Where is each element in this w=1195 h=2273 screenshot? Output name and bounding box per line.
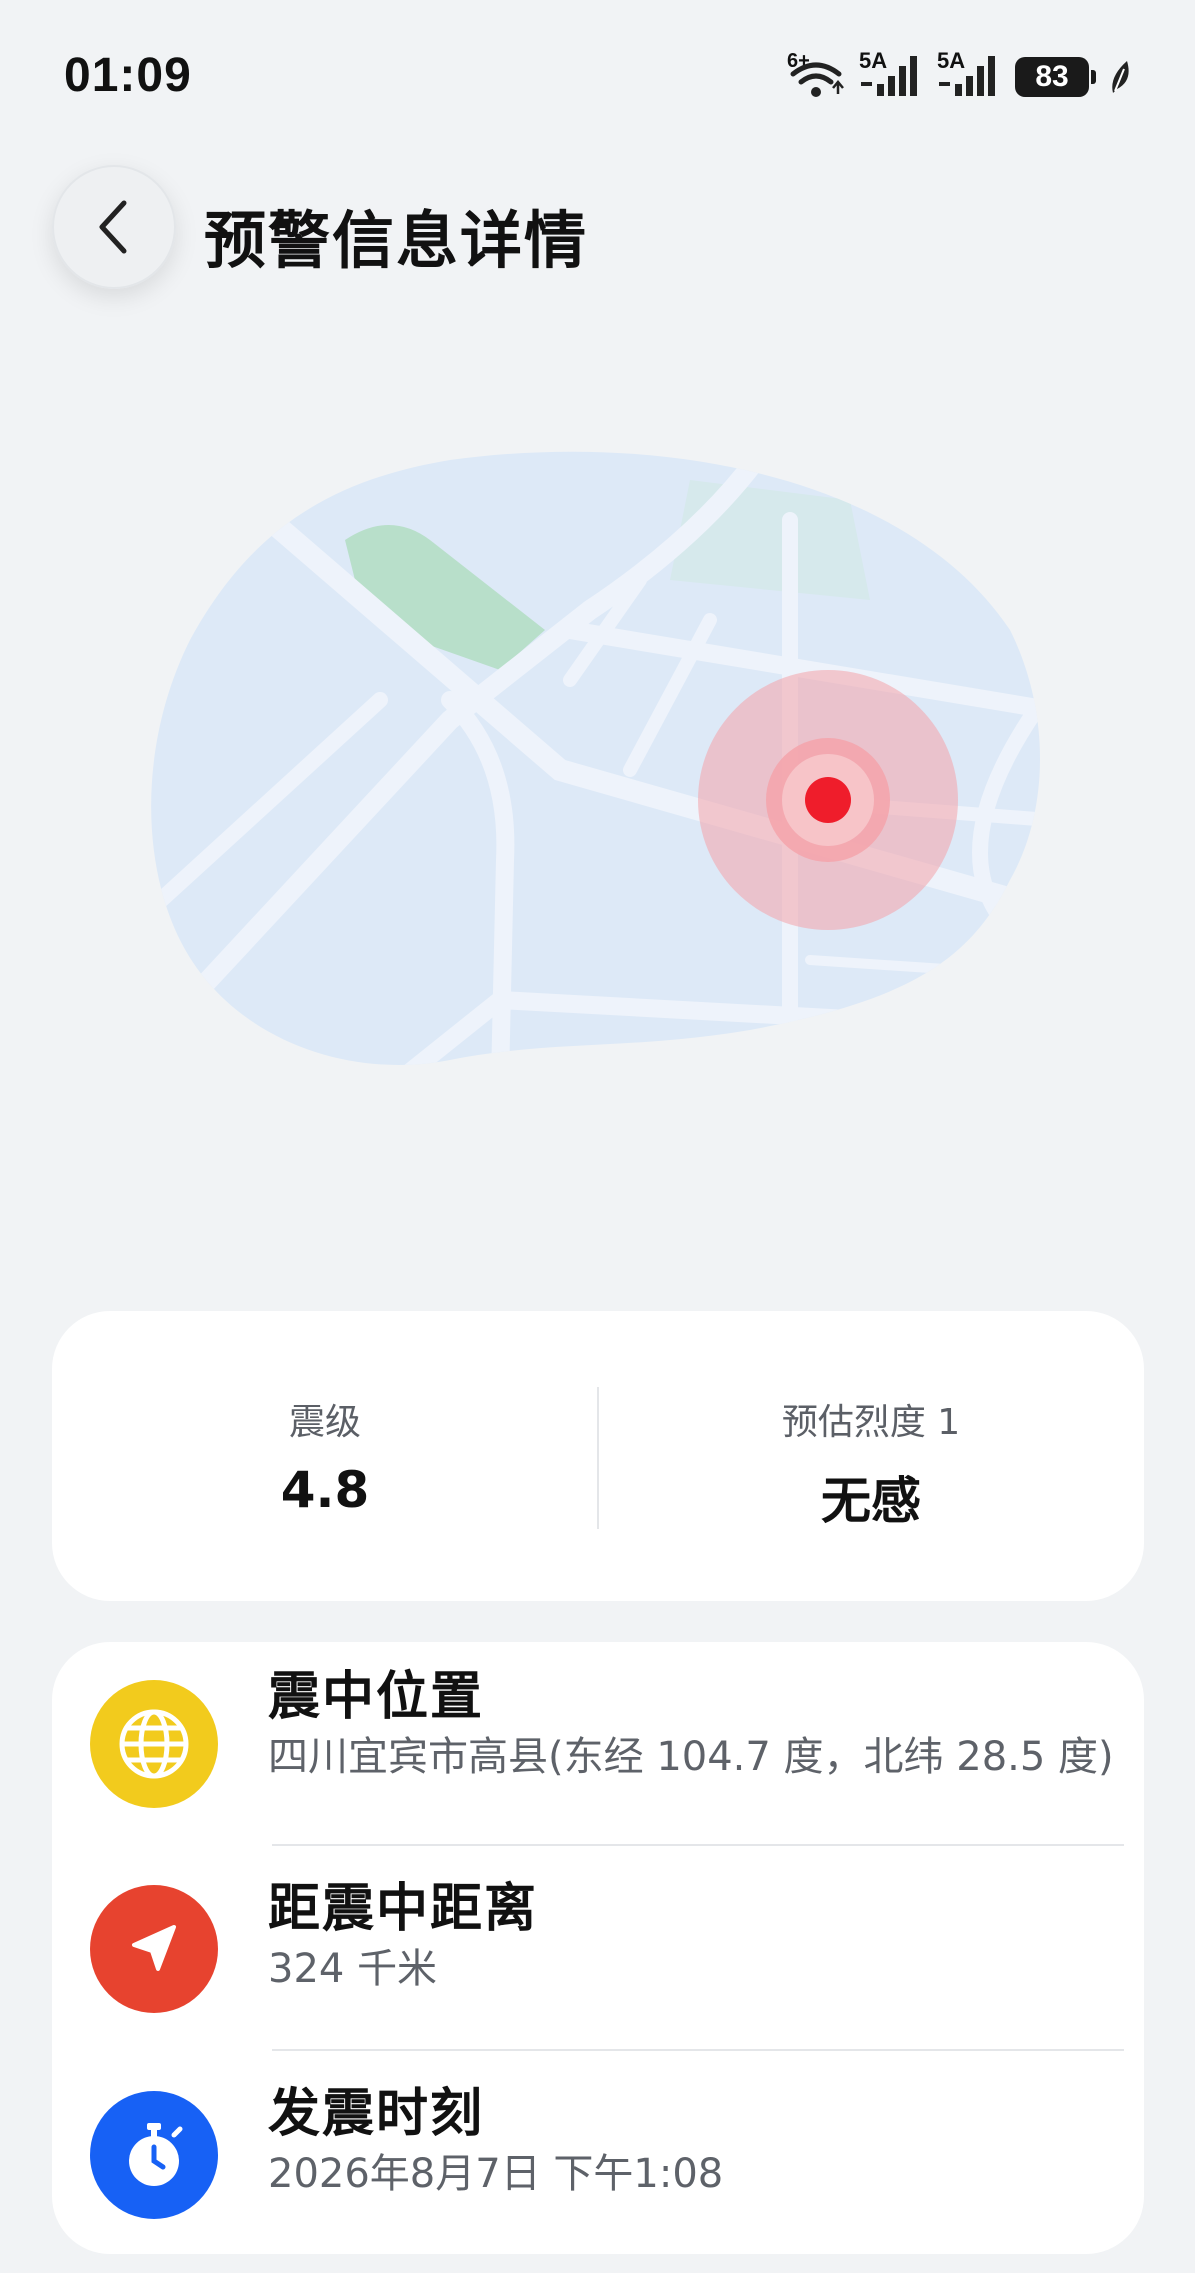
stopwatch-icon <box>90 2091 218 2219</box>
list-item-occurrence-time: 发震时刻 2026年8月7日 下午1:08 <box>52 2051 1144 2254</box>
status-icons: 6+ 5A 5A 83 <box>787 48 1131 100</box>
back-button[interactable] <box>52 165 176 289</box>
page-title: 预警信息详情 <box>204 204 589 277</box>
occurrence-time-value: 2026年8月7日 下午1:08 <box>268 2151 724 2197</box>
magnitude-label: 震级 <box>288 1402 361 1443</box>
magnitude-stat: 震级 4.8 <box>52 1311 598 1601</box>
signal-icon: 5A <box>859 48 923 100</box>
epicenter-location-value: 四川宜宾市高县(东经 104.7 度，北纬 28.5 度) <box>268 1734 1114 1780</box>
list-item-distance: 距震中距离 324 千米 <box>52 1846 1144 2051</box>
globe-icon <box>90 1680 218 1808</box>
distance-value: 324 千米 <box>268 1946 438 1992</box>
signal-icon: 5A <box>937 48 1001 100</box>
battery-icon: 83 <box>1015 57 1096 97</box>
list-item-epicenter-location: 震中位置 四川宜宾市高县(东经 104.7 度，北纬 28.5 度) <box>52 1642 1144 1847</box>
leaf-icon <box>1109 59 1131 95</box>
epicenter-location-title: 震中位置 <box>268 1667 485 1727</box>
info-card: 震中位置 四川宜宾市高县(东经 104.7 度，北纬 28.5 度) 距震中距离… <box>52 1642 1144 2254</box>
occurrence-time-title: 发震时刻 <box>268 2084 485 2144</box>
intensity-value: 无感 <box>821 1472 921 1530</box>
wifi-icon: 6+ <box>787 50 845 100</box>
magnitude-value: 4.8 <box>280 1461 370 1519</box>
epicenter-dot <box>805 777 851 823</box>
chevron-left-icon <box>99 200 127 254</box>
status-bar: 01:09 6+ 5A 5A 83 <box>0 0 1195 150</box>
status-time: 01:09 <box>64 49 192 102</box>
epicenter-map <box>150 440 1050 1110</box>
magnitude-card: 震级 4.8 预估烈度 1 无感 <box>52 1311 1144 1601</box>
intensity-label: 预估烈度 1 <box>781 1402 961 1443</box>
distance-title: 距震中距离 <box>268 1879 539 1939</box>
intensity-stat: 预估烈度 1 无感 <box>598 1311 1144 1601</box>
navigation-arrow-icon <box>90 1885 218 2013</box>
